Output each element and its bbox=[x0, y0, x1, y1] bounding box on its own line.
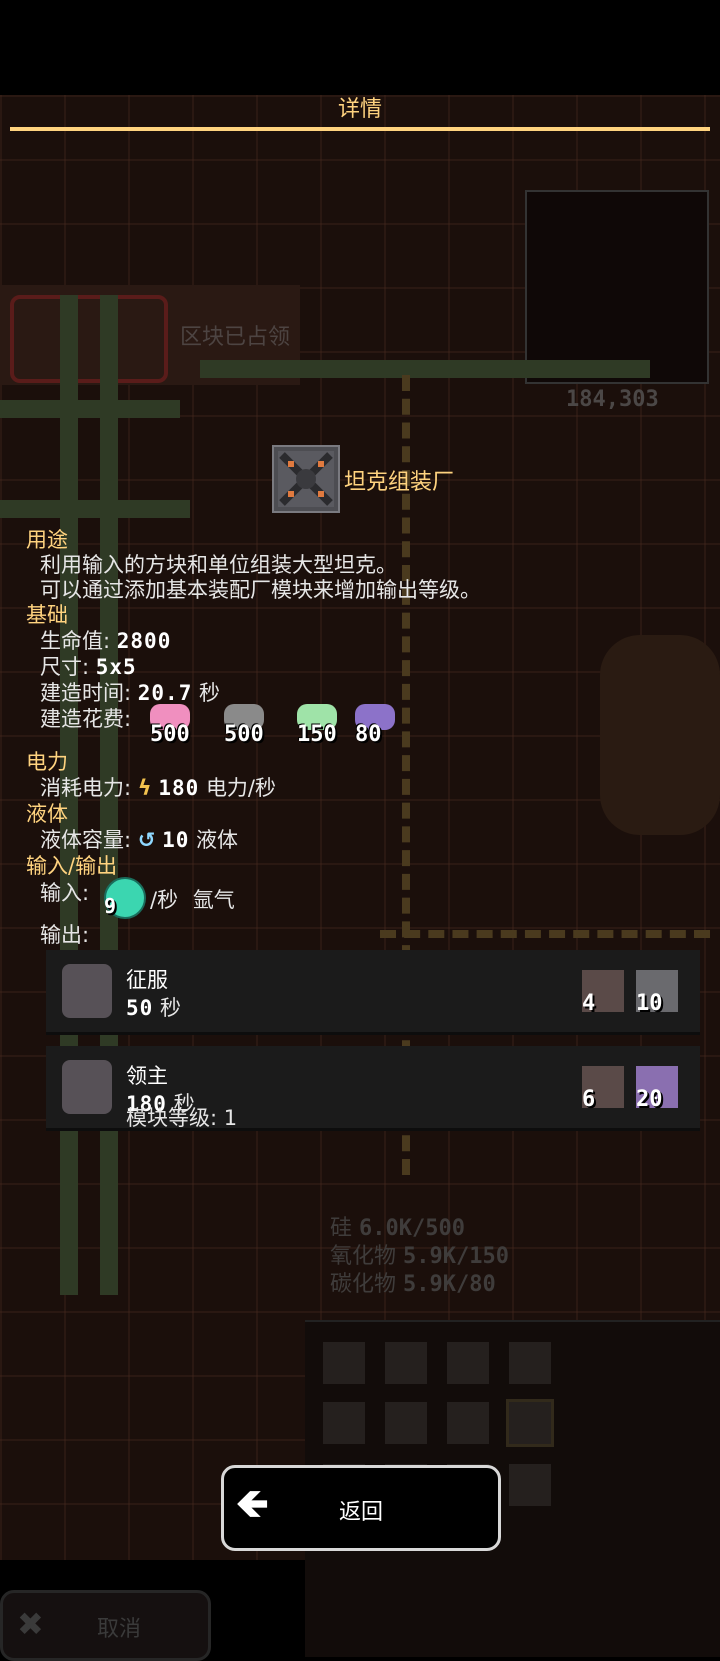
liquid-unit: 液体 bbox=[196, 828, 239, 852]
health-value: 2800 bbox=[116, 629, 172, 653]
output-unit-card[interactable]: 领主 180 秒 模块等级: 1 6 20 bbox=[46, 1046, 700, 1131]
power-label: 消耗电力: bbox=[40, 776, 132, 800]
liquid-icon: ↺ bbox=[137, 828, 156, 852]
resource-list: 硅 6.0K/500 氧化物 5.9K/150 碳化物 5.9K/80 bbox=[330, 1215, 509, 1299]
block-cell bbox=[385, 1342, 427, 1384]
conveyor bbox=[200, 360, 650, 378]
liquid-value: 10 bbox=[162, 828, 190, 852]
title-divider bbox=[10, 127, 710, 131]
output-unit-card[interactable]: 征服 50 秒 4 10 bbox=[46, 950, 700, 1035]
resource-row: 氧化物 5.9K/150 bbox=[330, 1244, 509, 1269]
size-value: 5x5 bbox=[95, 655, 137, 679]
cost-amount: 150 bbox=[297, 722, 337, 747]
boundary-line bbox=[380, 930, 710, 938]
section-io: 输入/输出 bbox=[26, 854, 118, 878]
module-level: 模块等级: 1 bbox=[126, 1106, 238, 1130]
required-block: 20 bbox=[636, 1066, 678, 1112]
input-detail: /秒 氩气 bbox=[150, 884, 235, 914]
back-label: 返回 bbox=[338, 1500, 383, 1525]
power-value: 180 bbox=[158, 776, 200, 800]
unit-name: 领主 bbox=[126, 1064, 168, 1088]
required-block-count: 10 bbox=[636, 991, 663, 1016]
tank-assembler-icon bbox=[272, 445, 340, 513]
cancel-label: 取消 bbox=[97, 1617, 142, 1642]
power-row: 消耗电力: ϟ 180 电力/秒 bbox=[40, 772, 276, 802]
required-block: 10 bbox=[636, 970, 678, 1016]
cost-amount: 500 bbox=[150, 722, 190, 747]
cost-item: 150 bbox=[297, 704, 361, 747]
unit-name: 征服 bbox=[126, 968, 168, 992]
conveyor bbox=[0, 500, 190, 518]
cost-amount: 500 bbox=[224, 722, 264, 747]
cost-item: 500 bbox=[224, 704, 288, 747]
block-cell bbox=[385, 1402, 427, 1444]
cost-item: 80 bbox=[355, 704, 419, 747]
cancel-button: ✖ 取消 bbox=[0, 1590, 211, 1661]
terrain-patch bbox=[600, 635, 720, 835]
resource-row: 硅 6.0K/500 bbox=[330, 1216, 465, 1241]
build-time-label: 建造时间: bbox=[40, 681, 132, 705]
lightning-icon: ϟ bbox=[137, 776, 152, 800]
close-icon: ✖ bbox=[17, 1605, 44, 1643]
input-label: 输入: bbox=[40, 881, 90, 905]
dialog-header: 详情 bbox=[0, 95, 720, 135]
input-name: 氩气 bbox=[192, 888, 235, 912]
sector-status: 区块已占领 bbox=[180, 325, 291, 350]
output-label: 输出: bbox=[40, 923, 90, 947]
back-button[interactable]: 🡸 返回 bbox=[221, 1465, 501, 1551]
required-unit: 4 bbox=[582, 970, 624, 1016]
sector-emblem bbox=[10, 295, 168, 383]
required-unit-count: 6 bbox=[582, 1087, 596, 1112]
resource-row: 碳化物 5.9K/80 bbox=[330, 1272, 496, 1297]
block-cell bbox=[323, 1402, 365, 1444]
usage-line: 可以通过添加基本装配厂模块来增加输出等级。 bbox=[40, 578, 481, 602]
health-label: 生命值: bbox=[40, 629, 111, 653]
block-cell bbox=[506, 1399, 554, 1447]
cost-item: 500 bbox=[150, 704, 214, 747]
required-unit-count: 4 bbox=[582, 991, 596, 1016]
conveyor bbox=[0, 400, 180, 418]
required-unit: 6 bbox=[582, 1066, 624, 1112]
minimap bbox=[525, 190, 709, 384]
required-block-count: 20 bbox=[636, 1087, 663, 1112]
build-time-unit: 秒 bbox=[199, 681, 221, 705]
build-cost-label: 建造花费: bbox=[40, 707, 132, 731]
input-amount: 9 bbox=[104, 894, 117, 918]
input-rate: /秒 bbox=[150, 888, 179, 912]
block-cell bbox=[323, 1342, 365, 1384]
dialog-title: 详情 bbox=[337, 97, 382, 122]
block-cell bbox=[509, 1464, 551, 1506]
conquer-unit-icon bbox=[62, 964, 112, 1018]
block-cell bbox=[447, 1402, 489, 1444]
size-label: 尺寸: bbox=[40, 655, 90, 679]
liquid-label: 液体容量: bbox=[40, 828, 132, 852]
block-cell bbox=[447, 1342, 489, 1384]
cost-amount: 80 bbox=[355, 722, 382, 747]
unit-build-time: 50 秒 bbox=[126, 996, 181, 1020]
coordinates: 184,303 bbox=[566, 387, 659, 412]
power-unit: 电力/秒 bbox=[205, 776, 277, 800]
build-time-value: 20.7 bbox=[137, 681, 193, 705]
vanquish-unit-icon bbox=[62, 1060, 112, 1114]
block-name: 坦克组装厂 bbox=[344, 470, 455, 495]
block-cell bbox=[509, 1342, 551, 1384]
